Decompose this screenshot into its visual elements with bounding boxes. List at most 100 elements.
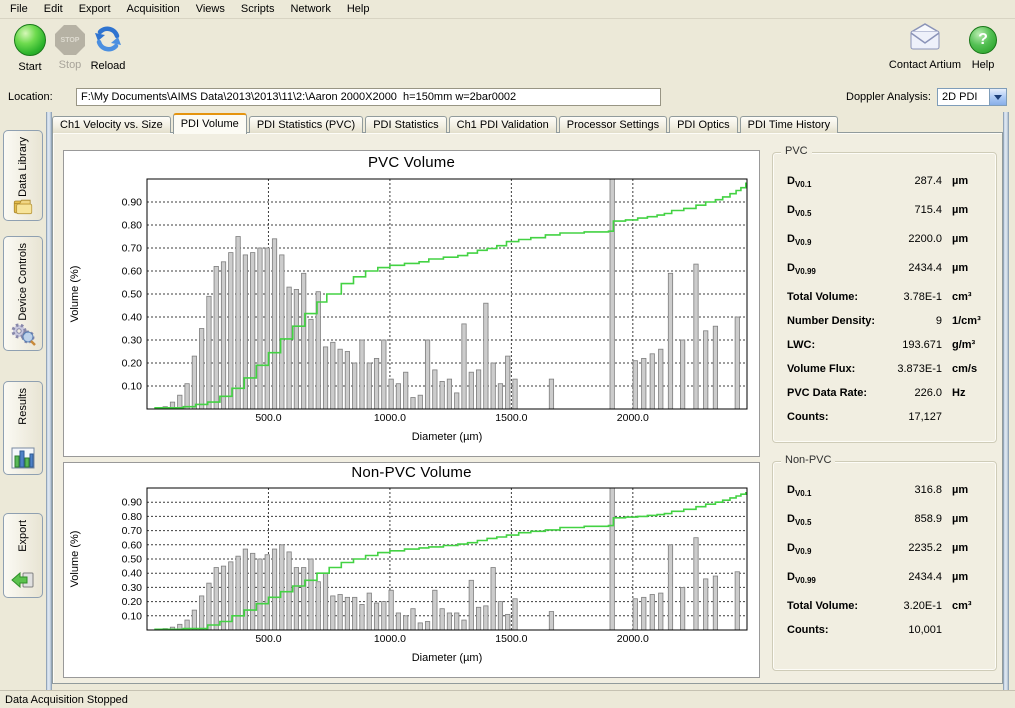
stat-unit: cm³ [942,600,986,612]
content-area: Ch1 Velocity vs. SizePDI VolumePDI Stati… [52,112,1003,690]
stat-value: 287.4 [880,175,942,187]
reload-icon [92,23,124,55]
export-arrow-icon [10,569,36,593]
stat-row: Total Volume: 3.78E-1cm³ [787,291,986,315]
stat-row: DV0.92235.2µm [787,542,986,571]
stat-label: DV0.5 [787,204,811,218]
envelope-icon [907,23,943,53]
stat-value: 3.20E-1 [880,600,942,612]
svg-text:0.90: 0.90 [122,497,143,509]
svg-text:0.30: 0.30 [122,582,143,594]
stat-unit: µm [942,262,986,274]
pvc-volume-chart: 0.100.200.300.400.500.600.700.800.90500.… [64,177,757,454]
svg-text:0.20: 0.20 [122,358,143,370]
reload-button[interactable]: Reload [84,23,132,72]
stat-value: 2235.2 [880,542,942,554]
stat-unit: µm [942,513,986,525]
stat-value: 2434.4 [880,571,942,583]
doppler-analysis-select[interactable]: 2D PDI [937,88,1007,106]
menu-item-help[interactable]: Help [339,1,378,17]
stat-unit: Hz [942,387,986,399]
stop-icon: STOP [55,25,85,55]
tab-pdi-time-history[interactable]: PDI Time History [740,116,839,133]
status-text: Data Acquisition Stopped [5,694,128,706]
menu-item-edit[interactable]: Edit [36,1,71,17]
tab-ch1-velocity-vs-size[interactable]: Ch1 Velocity vs. Size [52,116,171,133]
help-button[interactable]: ? Help [959,23,1007,71]
svg-text:Volume (%): Volume (%) [69,266,81,323]
location-row: Location: Doppler Analysis: 2D PDI [0,86,1015,112]
sidebar-item-data-library[interactable]: Data Library [3,130,43,221]
stat-value: 193.671 [880,339,942,351]
contact-artium-label: Contact Artium [885,59,965,71]
start-icon [14,24,46,56]
svg-text:1500.0: 1500.0 [495,412,527,424]
stat-row: Counts:17,127 [787,411,986,435]
stat-label: DV0.9 [787,233,811,247]
sidebar-item-device-controls[interactable]: Device Controls [3,236,43,351]
stat-row: LWC: 193.671g/m³ [787,339,986,363]
stat-unit: cm³ [942,291,986,303]
sidebar-item-export[interactable]: Export [3,513,43,598]
stat-label: Counts: [787,411,829,423]
stat-row: PVC Data Rate:226.0Hz [787,387,986,411]
stat-label: DV0.99 [787,262,816,276]
stat-label: PVC Data Rate: [787,387,867,399]
stat-row: DV0.1287.4µm [787,175,986,204]
stat-value: 3.78E-1 [880,291,942,303]
stat-label: Volume Flux: [787,363,855,375]
svg-text:Diameter (µm): Diameter (µm) [412,431,483,443]
svg-text:0.50: 0.50 [122,554,143,566]
stat-unit: g/m³ [942,339,986,351]
tab-processor-settings[interactable]: Processor Settings [559,116,667,133]
svg-text:0.70: 0.70 [122,525,143,537]
location-input[interactable] [76,88,661,106]
sidebar-item-label: Export [17,520,29,552]
app-window: FileEditExportAcquisitionViewsScriptsNet… [0,0,1015,708]
menu-item-network[interactable]: Network [282,1,338,17]
stat-value: 715.4 [880,204,942,216]
svg-text:500.0: 500.0 [255,633,281,645]
non-pvc-stats-legend: Non-PVC [781,454,835,466]
menu-item-export[interactable]: Export [71,1,119,17]
stat-row: DV0.992434.4µm [787,571,986,600]
stat-value: 2200.0 [880,233,942,245]
menu-item-views[interactable]: Views [188,1,233,17]
svg-text:2000.0: 2000.0 [617,633,649,645]
menu-item-file[interactable]: File [2,1,36,17]
stat-unit: µm [942,484,986,496]
tab-pdi-volume[interactable]: PDI Volume [173,113,247,134]
stat-unit: cm/s [942,363,986,375]
gears-icon [10,322,36,346]
pvc-stats-groupbox: PVC DV0.1287.4µmDV0.5715.4µmDV0.92200.0µ… [772,152,997,443]
right-splitter[interactable] [1003,112,1009,690]
stat-row: Total Volume: 3.20E-1cm³ [787,600,986,624]
stat-unit: µm [942,175,986,187]
tab-pdi-optics[interactable]: PDI Optics [669,116,738,133]
svg-text:0.40: 0.40 [122,312,143,324]
svg-text:0.70: 0.70 [122,243,143,255]
chevron-down-icon[interactable] [989,89,1006,105]
toolbar: Start STOP Stop Reload [0,19,1015,83]
tab-pdi-statistics-pvc[interactable]: PDI Statistics (PVC) [249,116,363,133]
pvc-stats-legend: PVC [781,145,812,157]
stat-label: Total Volume: [787,291,858,303]
help-icon: ? [969,26,997,54]
stat-value: 316.8 [880,484,942,496]
tab-pdi-statistics[interactable]: PDI Statistics [365,116,446,133]
stat-label: LWC: [787,339,815,351]
menu-item-acquisition[interactable]: Acquisition [119,1,188,17]
stat-label: Total Volume: [787,600,858,612]
menu-item-scripts[interactable]: Scripts [233,1,283,17]
svg-text:Volume (%): Volume (%) [69,531,81,588]
svg-text:0.10: 0.10 [122,381,143,393]
contact-artium-button[interactable]: Contact Artium [885,23,965,71]
svg-text:0.90: 0.90 [122,197,143,209]
tab-ch1-pdi-validation[interactable]: Ch1 PDI Validation [449,116,557,133]
svg-text:0.80: 0.80 [122,511,143,523]
sidebar-item-results[interactable]: Results [3,381,43,475]
stat-label: DV0.5 [787,513,811,527]
stat-value: 9 [880,315,942,327]
reload-button-label: Reload [84,60,132,72]
svg-text:500.0: 500.0 [255,412,281,424]
